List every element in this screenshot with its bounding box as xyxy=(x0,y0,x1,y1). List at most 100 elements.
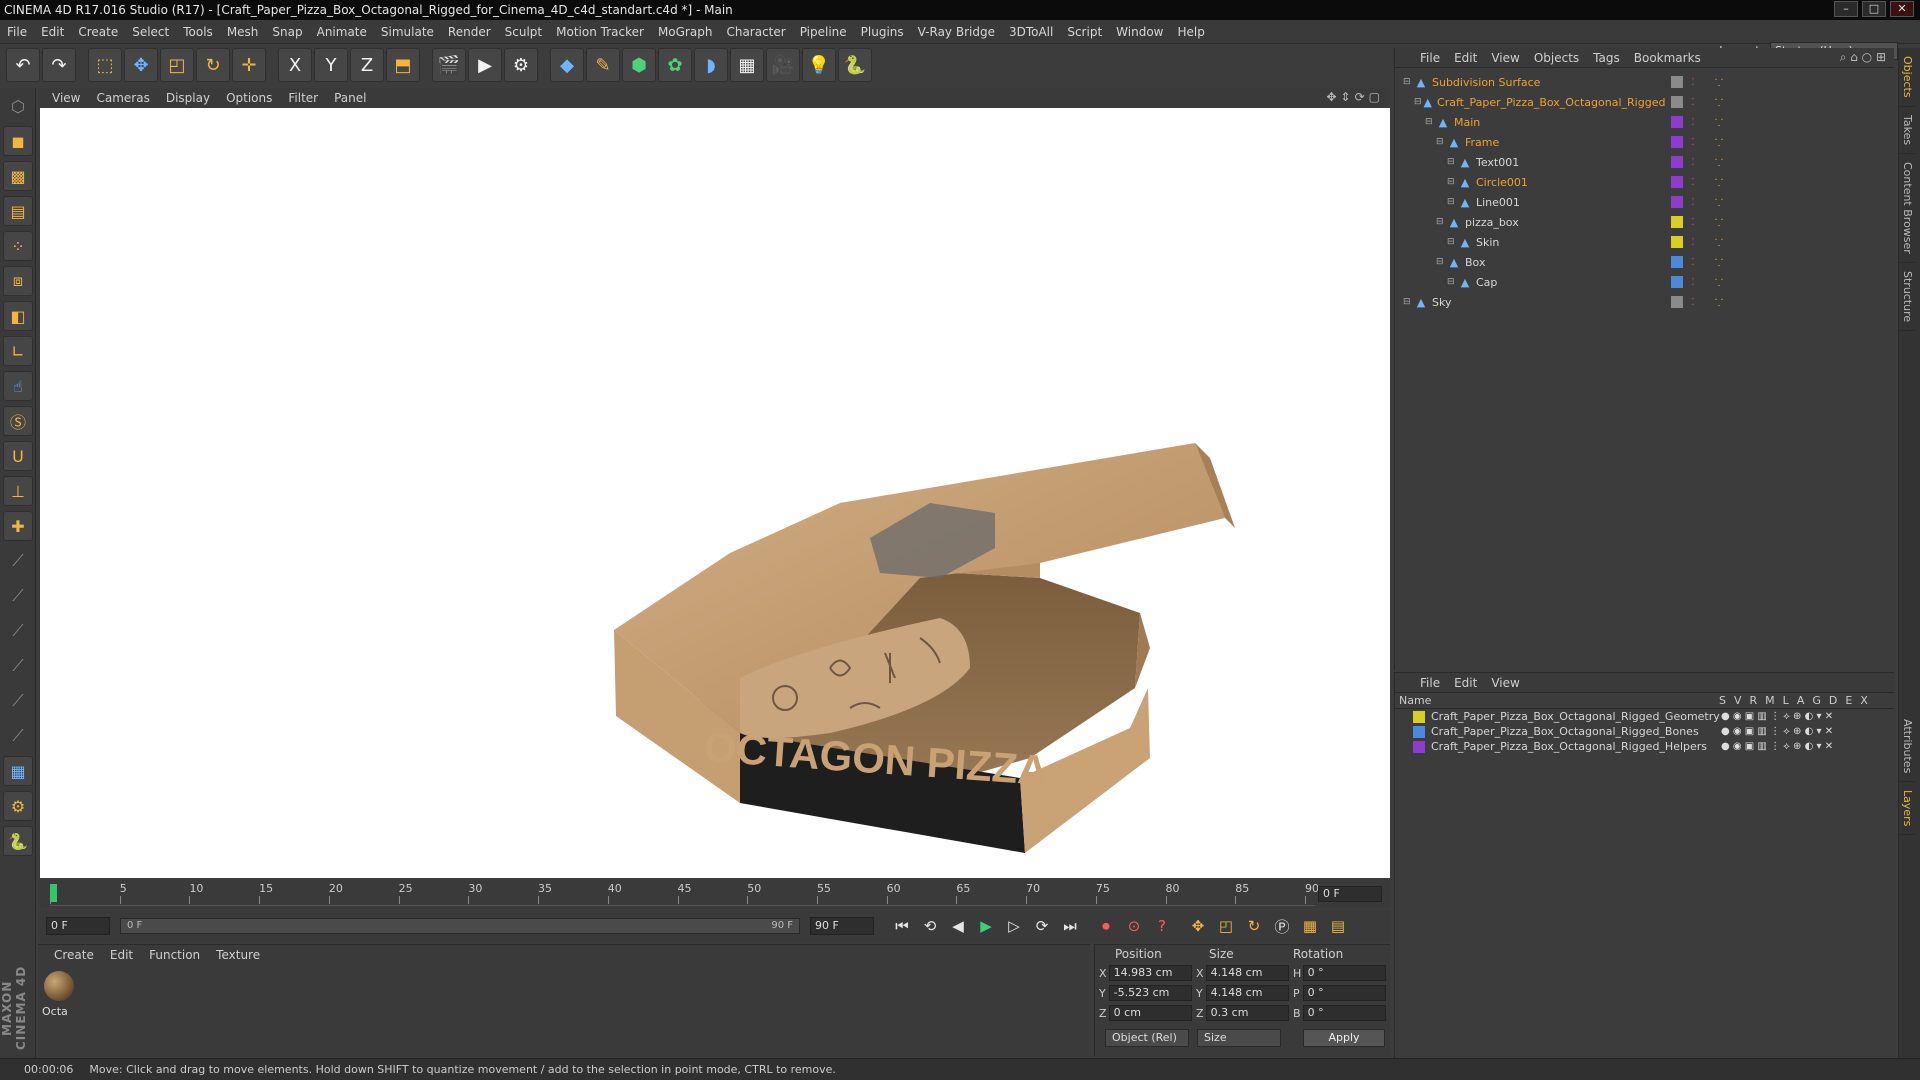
orbit-icon[interactable]: ⟳ xyxy=(1355,90,1365,104)
layer-color-swatch[interactable] xyxy=(1671,116,1683,128)
timeline-ruler[interactable]: 051015202530354045505560657075808590 0 F xyxy=(38,880,1390,908)
expand-icon[interactable]: ⊟ xyxy=(1447,157,1457,167)
play-icon[interactable]: ▶ xyxy=(973,913,999,939)
layer-color-swatch[interactable] xyxy=(1413,710,1425,723)
menu-help[interactable]: Help xyxy=(1170,25,1211,39)
tweak-mode-icon[interactable]: ☝ xyxy=(3,371,33,401)
layer-color-swatch[interactable] xyxy=(1671,296,1683,308)
coordinate-system-icon[interactable]: ⬒ xyxy=(386,48,420,82)
workplane-mode-icon[interactable]: ▤ xyxy=(3,196,33,226)
tag-icon[interactable]: ⸪ xyxy=(1713,276,1725,289)
menu-mesh[interactable]: Mesh xyxy=(220,25,266,39)
mirror-tool-icon[interactable]: ⟋ xyxy=(3,721,33,751)
visibility-dots-icon[interactable]: ⁚ xyxy=(1687,236,1699,248)
tag-icon[interactable]: ⸪ xyxy=(1713,196,1725,209)
object-row[interactable]: ⊟ ▲ Line001 xyxy=(1395,192,1665,212)
polygons-mode-icon[interactable]: ◧ xyxy=(3,301,33,331)
visibility-dots-icon[interactable]: ⁚ xyxy=(1687,76,1699,88)
undo-icon[interactable]: ↶ xyxy=(6,48,40,82)
layer-color-swatch[interactable] xyxy=(1671,176,1683,188)
object-row[interactable]: ⊟ ▲ Text001 xyxy=(1395,152,1665,172)
tab-attributes[interactable]: Attributes xyxy=(1899,711,1916,782)
layers-menu-view[interactable]: View xyxy=(1484,676,1526,690)
move-icon[interactable]: ✥ xyxy=(124,48,158,82)
layer-flag-icons[interactable]: ● ◉ ▣ ▥ ⋮ ⟡ ⊕ ◐ ▾ ✕ xyxy=(1721,726,1833,737)
key-rotation-icon[interactable]: ↻ xyxy=(1241,913,1267,939)
floor-icon[interactable]: ▦ xyxy=(730,48,764,82)
add-icon[interactable]: ✛ xyxy=(232,48,266,82)
viewport-menu-view[interactable]: View xyxy=(44,91,88,105)
weld-icon[interactable]: ⚙ xyxy=(3,791,33,821)
menu-vray-bridge[interactable]: V-Ray Bridge xyxy=(911,25,1002,39)
apply-button[interactable]: Apply xyxy=(1303,1029,1385,1047)
visibility-dots-icon[interactable]: ⁚ xyxy=(1687,136,1699,148)
viewport-menu-cameras[interactable]: Cameras xyxy=(88,91,157,105)
rotate-icon[interactable]: ↻ xyxy=(196,48,230,82)
visibility-dots-icon[interactable]: ⁚ xyxy=(1687,116,1699,128)
layer-color-swatch[interactable] xyxy=(1671,196,1683,208)
layer-color-swatch[interactable] xyxy=(1413,725,1425,738)
visibility-dots-icon[interactable]: ⁚ xyxy=(1687,296,1699,308)
object-row[interactable]: ⊟ ▲ Frame xyxy=(1395,132,1665,152)
menu-render[interactable]: Render xyxy=(441,25,498,39)
menu-3dtoall[interactable]: 3DToAll xyxy=(1002,25,1060,39)
object-row[interactable]: ⊟ ▲ Cap xyxy=(1395,272,1665,292)
menu-create[interactable]: Create xyxy=(71,25,125,39)
expand-icon[interactable]: ⊟ xyxy=(1447,197,1457,207)
tab-structure[interactable]: Structure xyxy=(1899,263,1916,331)
expand-icon[interactable]: ⊟ xyxy=(1403,297,1413,307)
tag-icon[interactable]: ⸪ xyxy=(1713,76,1725,89)
array-icon[interactable]: ✿ xyxy=(658,48,692,82)
tag-icon[interactable]: ⸪ xyxy=(1713,296,1725,309)
size-z-field[interactable]: 0.3 cm xyxy=(1205,1005,1289,1021)
render-picture-viewer-icon[interactable]: ▶ xyxy=(468,48,502,82)
menu-sculpt[interactable]: Sculpt xyxy=(498,25,549,39)
key-parameter-icon[interactable]: Ⓟ xyxy=(1269,913,1295,939)
visibility-dots-icon[interactable]: ⁚ xyxy=(1687,176,1699,188)
y-axis-icon[interactable]: Y xyxy=(314,48,348,82)
tag-icon[interactable]: ⸪ xyxy=(1713,136,1725,149)
menu-script[interactable]: Script xyxy=(1060,25,1109,39)
key-position-icon[interactable]: ✥ xyxy=(1185,913,1211,939)
expand-icon[interactable]: ⊟ xyxy=(1436,137,1446,147)
layer-color-swatch[interactable] xyxy=(1671,76,1683,88)
menu-tools[interactable]: Tools xyxy=(176,25,220,39)
object-row[interactable]: ⊟ ▲ Subdivision Surface xyxy=(1395,72,1665,92)
scale-icon[interactable]: ◰ xyxy=(160,48,194,82)
next-key-icon[interactable]: ⟳ xyxy=(1029,913,1055,939)
objects-menu-edit[interactable]: Edit xyxy=(1447,51,1484,65)
visibility-dots-icon[interactable]: ⁚ xyxy=(1687,196,1699,208)
current-frame-field[interactable]: 0 F xyxy=(1318,886,1382,902)
maximize-view-icon[interactable]: ▢ xyxy=(1369,90,1380,104)
cube-icon[interactable]: ◆ xyxy=(550,48,584,82)
python-icon[interactable]: 🐍 xyxy=(838,48,872,82)
record-icon[interactable]: ⏺ xyxy=(1093,913,1119,939)
expand-icon[interactable]: ⊟ xyxy=(1447,277,1457,287)
menu-window[interactable]: Window xyxy=(1109,25,1170,39)
layer-color-swatch[interactable] xyxy=(1671,156,1683,168)
points-mode-icon[interactable]: ⁘ xyxy=(3,231,33,261)
menu-simulate[interactable]: Simulate xyxy=(374,25,441,39)
key-scale-icon[interactable]: ◰ xyxy=(1213,913,1239,939)
expand-icon[interactable]: ⊟ xyxy=(1425,117,1435,127)
menu-motion-tracker[interactable]: Motion Tracker xyxy=(549,25,651,39)
object-row[interactable]: ⊟ ▲ Main xyxy=(1395,112,1665,132)
magnet-icon[interactable]: U xyxy=(3,441,33,471)
objects-menu-view[interactable]: View xyxy=(1484,51,1526,65)
pen-icon[interactable]: ✎ xyxy=(586,48,620,82)
close-button[interactable]: ✕ xyxy=(1890,1,1914,17)
expand-icon[interactable]: ⊟ xyxy=(1447,177,1457,187)
menu-pipeline[interactable]: Pipeline xyxy=(793,25,854,39)
expand-icon[interactable]: ⊟ xyxy=(1436,217,1446,227)
layer-color-swatch[interactable] xyxy=(1671,96,1683,108)
tag-icon[interactable]: ⸪ xyxy=(1713,96,1725,109)
viewport-menu-panel[interactable]: Panel xyxy=(326,91,374,105)
ik-tool-icon[interactable]: ⟋ xyxy=(3,581,33,611)
edit-render-settings-icon[interactable]: ⚙ xyxy=(504,48,538,82)
deformer-icon[interactable]: ◗ xyxy=(694,48,728,82)
size-mode-select[interactable]: Size xyxy=(1197,1029,1281,1047)
layer-row[interactable]: Craft_Paper_Pizza_Box_Octagonal_Rigged_B… xyxy=(1395,724,1894,739)
menu-animate[interactable]: Animate xyxy=(310,25,374,39)
tag-icon[interactable]: ⸪ xyxy=(1713,256,1725,269)
prev-frame-icon[interactable]: ◀ xyxy=(945,913,971,939)
